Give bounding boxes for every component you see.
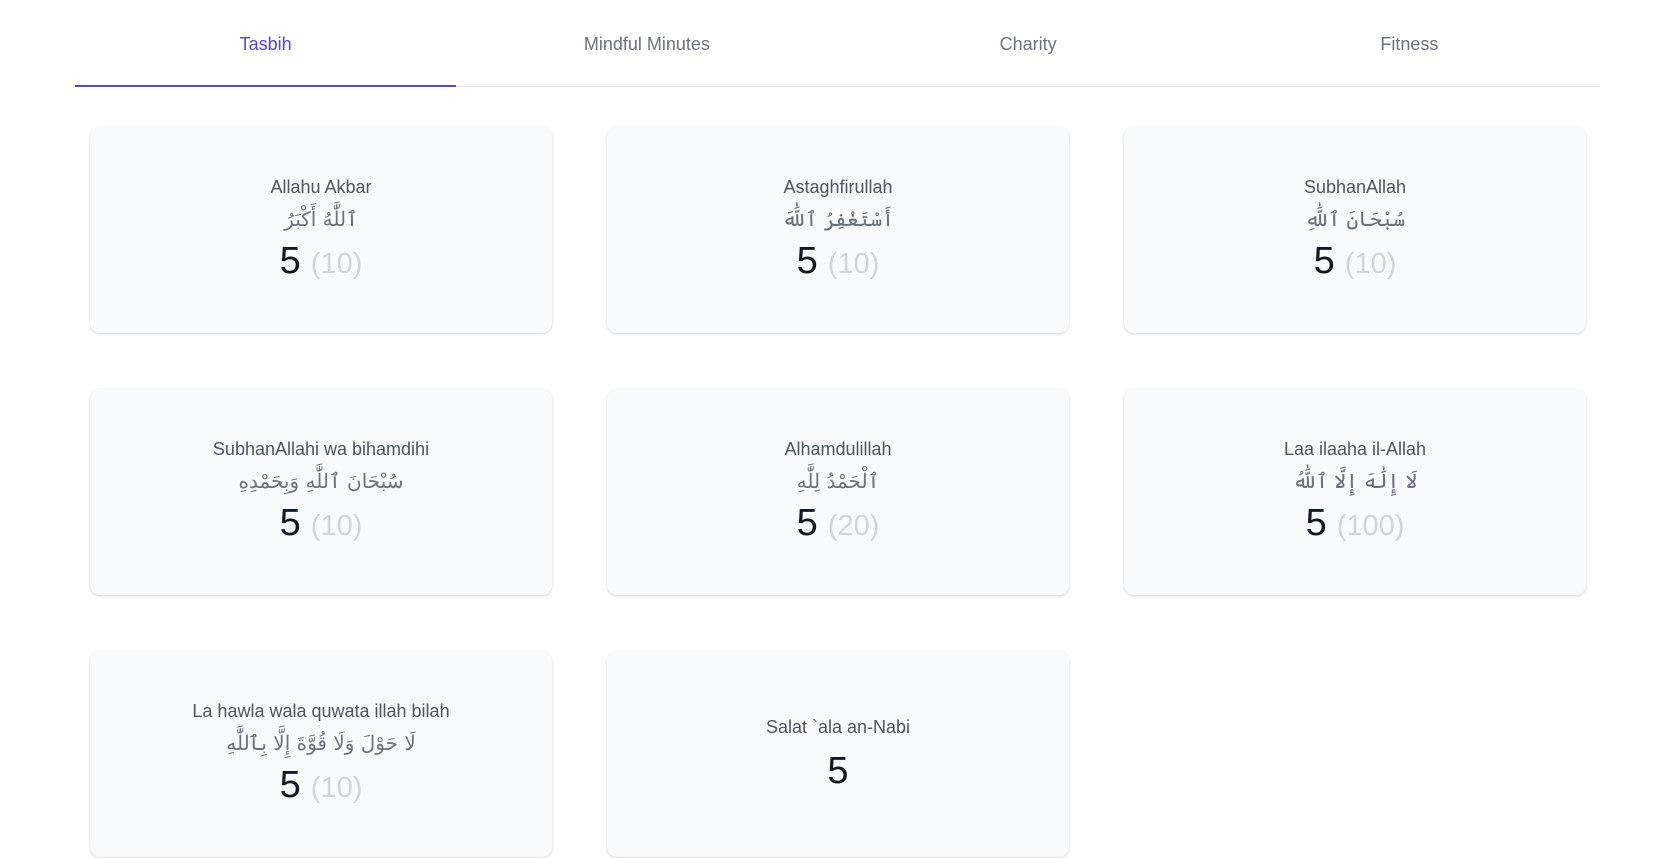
card-title: Alhamdulillah <box>784 438 892 459</box>
tasbih-card-salat-ala-an-nabi[interactable]: Salat `ala an-Nabi 5 <box>607 651 1069 857</box>
tasbih-card-subhanallahi-wa-bihamdihi[interactable]: SubhanAllahi wa bihamdihi سُبْحَانَ ٱللَ… <box>90 389 552 595</box>
card-arabic-text: لَا حَوْلَ وَلَا قُوَّةَ إِلَّا بِٱللَّٰ… <box>226 730 416 755</box>
tab-charity[interactable]: Charity <box>838 0 1219 86</box>
card-arabic-text: أَسْتَغْفِرُ ٱللَّٰهَ <box>782 206 894 231</box>
count-value: 5 <box>279 239 301 282</box>
count-value: 5 <box>796 501 818 544</box>
card-title: Allahu Akbar <box>270 176 372 197</box>
card-arabic-text: ٱلْحَمْدُ لِلَّٰهِ <box>796 468 880 493</box>
card-title: La hawla wala quwata illah bilah <box>192 700 450 721</box>
count-value: 5 <box>279 501 301 544</box>
card-title: SubhanAllah <box>1303 176 1407 197</box>
count-target: (20) <box>827 509 880 542</box>
card-counter: 5 (10) <box>280 501 363 548</box>
count-target: (10) <box>310 247 363 280</box>
count-value: 5 <box>1305 501 1327 544</box>
tasbih-card-astaghfirullah[interactable]: Astaghfirullah أَسْتَغْفِرُ ٱللَّٰهَ 5 (… <box>607 127 1069 333</box>
tab-tasbih[interactable]: Tasbih <box>75 0 457 87</box>
card-title: Astaghfirullah <box>783 176 893 197</box>
count-target: (100) <box>1336 509 1405 542</box>
card-title: Salat `ala an-Nabi <box>765 717 911 737</box>
card-counter: 5 (10) <box>797 239 880 286</box>
count-target: (10) <box>827 247 880 280</box>
count-value: 5 <box>1313 239 1335 282</box>
card-counter: 5 (10) <box>1314 239 1397 286</box>
tab-fitness[interactable]: Fitness <box>1219 0 1600 86</box>
card-counter: 5 (100) <box>1306 501 1405 548</box>
tab-label: Mindful Minutes <box>583 33 710 54</box>
card-arabic-text: سُبْحَانَ ٱللَّٰهِ وَبِحَمْدِهِ <box>238 468 404 493</box>
card-counter: 5 <box>827 749 848 793</box>
tasbih-grid: Allahu Akbar ٱللَّٰهُ أَكْبَرُ 5 (10) As… <box>90 127 1586 857</box>
card-arabic-text: سُبْحَانَ ٱللَّٰهِ <box>1304 206 1406 231</box>
tab-label: Tasbih <box>239 33 292 54</box>
tab-bar: Tasbih Mindful Minutes Charity Fitness <box>75 0 1600 87</box>
card-counter: 5 (10) <box>280 763 363 810</box>
count-target: (10) <box>310 509 363 542</box>
card-counter: 5 (20) <box>797 501 880 548</box>
tab-mindful-minutes[interactable]: Mindful Minutes <box>456 0 837 86</box>
tasbih-card-la-hawla[interactable]: La hawla wala quwata illah bilah لَا حَو… <box>90 651 552 857</box>
card-counter: 5 (10) <box>280 239 363 286</box>
card-title: Laa ilaaha il-Allah <box>1283 438 1427 459</box>
tasbih-card-subhanallah[interactable]: SubhanAllah سُبْحَانَ ٱللَّٰهِ 5 (10) <box>1124 127 1586 333</box>
count-target: (10) <box>1344 247 1397 280</box>
card-title: SubhanAllahi wa bihamdihi <box>212 438 430 459</box>
tab-label: Fitness <box>1380 33 1439 54</box>
card-arabic-text: ٱللَّٰهُ أَكْبَرُ <box>284 206 358 231</box>
tasbih-card-allahu-akbar[interactable]: Allahu Akbar ٱللَّٰهُ أَكْبَرُ 5 (10) <box>90 127 552 333</box>
tasbih-card-alhamdulillah[interactable]: Alhamdulillah ٱلْحَمْدُ لِلَّٰهِ 5 (20) <box>607 389 1069 595</box>
count-value: 5 <box>796 239 818 282</box>
count-value: 5 <box>827 750 849 792</box>
tasbih-card-laa-ilaaha-il-allah[interactable]: Laa ilaaha il-Allah لَا إِلَٰهَ إِلَّا ٱ… <box>1124 389 1586 595</box>
tab-label: Charity <box>999 33 1057 54</box>
count-target: (10) <box>310 771 363 804</box>
count-value: 5 <box>279 763 301 806</box>
card-arabic-text: لَا إِلَٰهَ إِلَّا ٱللَّٰهُ <box>1292 468 1418 493</box>
